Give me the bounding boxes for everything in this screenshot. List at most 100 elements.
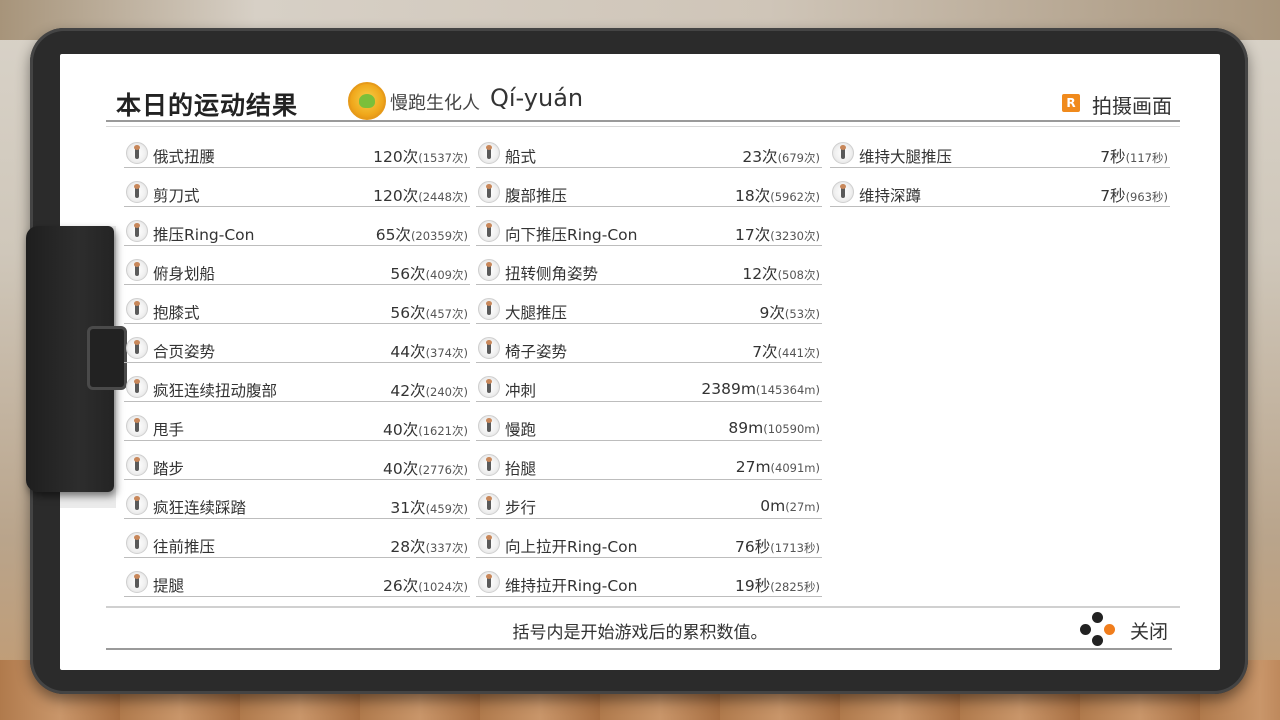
exercise-row: 合页姿势 44次(374次)	[124, 331, 470, 370]
exercise-row: 剪刀式 120次(2448次)	[124, 175, 470, 214]
button-dot-highlighted	[1104, 624, 1115, 635]
exercise-name: 向下推压Ring-Con	[505, 226, 638, 244]
exercise-figure-icon	[832, 181, 854, 203]
exercise-result: 7秒(963秒)	[1100, 184, 1168, 206]
cumulative-value: (679次)	[777, 151, 820, 165]
exercise-figure-icon	[478, 298, 500, 320]
exercise-name: 俄式扭腰	[153, 148, 216, 166]
exercise-row: 往前推压 28次(337次)	[124, 526, 470, 565]
today-value: 17次	[735, 226, 771, 244]
exercise-name: 椅子姿势	[505, 343, 568, 361]
today-value: 27m	[735, 458, 771, 476]
today-value: 12次	[742, 265, 778, 283]
close-button[interactable]: 关闭	[1080, 610, 1180, 646]
today-value: 56次	[390, 265, 426, 283]
exercise-name: 慢跑	[505, 421, 537, 439]
exercise-row: 俄式扭腰 120次(1537次)	[124, 136, 470, 175]
exercise-result: 19秒(2825秒)	[735, 574, 820, 596]
cumulative-value: (2448次)	[418, 190, 468, 204]
today-value: 120次	[373, 148, 419, 166]
exercise-row: 慢跑 89m(10590m)	[476, 409, 822, 448]
today-value: 44次	[390, 343, 426, 361]
today-value: 120次	[373, 187, 419, 205]
exercise-figure-icon	[478, 571, 500, 593]
exercise-figure-icon	[126, 571, 148, 593]
exercise-figure-icon	[126, 337, 148, 359]
close-label: 关闭	[1130, 621, 1169, 643]
cumulative-value: (1621次)	[418, 424, 468, 438]
exercise-name: 维持拉开Ring-Con	[505, 577, 638, 595]
today-value: 40次	[383, 460, 419, 478]
cumulative-value: (4091m)	[770, 461, 820, 475]
results-column-2: 船式 23次(679次) 腹部推压 18次(5962次) 向下推压Ring-Con 17次…	[476, 136, 822, 604]
exercise-figure-icon	[126, 298, 148, 320]
exercise-result: 12次(508次)	[742, 262, 820, 284]
exercise-row: 提腿 26次(1024次)	[124, 565, 470, 604]
today-value: 19秒	[735, 577, 771, 595]
exercise-name: 维持深蹲	[859, 187, 922, 205]
cumulative-value: (20359次)	[410, 229, 468, 243]
exercise-result: 7秒(117秒)	[1100, 145, 1168, 167]
exercise-result: 27m(4091m)	[736, 457, 820, 476]
exercise-row: 腹部推压 18次(5962次)	[476, 175, 822, 214]
exercise-result: 9次(53次)	[760, 301, 820, 323]
cumulative-value: (1713秒)	[770, 541, 820, 555]
player-title: 慢跑生化人	[390, 93, 480, 114]
today-value: 26次	[383, 577, 419, 595]
today-value: 7秒	[1100, 187, 1126, 205]
exercise-row: 大腿推压 9次(53次)	[476, 292, 822, 331]
exercise-row: 疯狂连续扭动腹部 42次(240次)	[124, 370, 470, 409]
exercise-name: 提腿	[153, 577, 185, 595]
exercise-name: 船式	[505, 148, 537, 166]
exercise-row: 扭转侧角姿势 12次(508次)	[476, 253, 822, 292]
results-column-3: 维持大腿推压 7秒(117秒) 维持深蹲 7秒(963秒)	[830, 136, 1170, 214]
exercise-result: 0m(27m)	[760, 496, 820, 515]
exercise-result: 56次(409次)	[390, 262, 468, 284]
exercise-figure-icon	[478, 376, 500, 398]
exercise-figure-icon	[478, 493, 500, 515]
exercise-name: 抱膝式	[153, 304, 200, 322]
exercise-figure-icon	[126, 259, 148, 281]
today-value: 65次	[375, 226, 411, 244]
exercise-figure-icon	[832, 142, 854, 164]
exercise-result: 89m(10590m)	[728, 418, 820, 437]
exercise-result: 76秒(1713秒)	[735, 535, 820, 557]
exercise-row: 冲刺 2389m(145364m)	[476, 370, 822, 409]
cumulative-value: (10590m)	[763, 422, 820, 436]
exercise-figure-icon	[126, 181, 148, 203]
page-title: 本日的运动结果	[116, 91, 299, 120]
today-value: 7次	[752, 343, 778, 361]
exercise-name: 大腿推压	[505, 304, 568, 322]
today-value: 56次	[390, 304, 426, 322]
exercise-figure-icon	[478, 337, 500, 359]
results-header: 本日的运动结果 慢跑生化人 Qí-yuán R 拍摄画面	[116, 80, 1172, 120]
exercise-row: 甩手 40次(1621次)	[124, 409, 470, 448]
cumulative-value: (337次)	[425, 541, 468, 555]
exercise-name: 疯狂连续踩踏	[153, 499, 247, 517]
exercise-result: 7次(441次)	[752, 340, 820, 362]
exercise-result: 40次(2776次)	[383, 457, 468, 479]
player-name: Qí-yuán	[490, 84, 584, 112]
cumulative-value: (145364m)	[755, 383, 820, 397]
exercise-row: 维持大腿推压 7秒(117秒)	[830, 136, 1170, 175]
exercise-figure-icon	[126, 220, 148, 242]
exercise-row: 疯狂连续踩踏 31次(459次)	[124, 487, 470, 526]
exercise-row: 踏步 40次(2776次)	[124, 448, 470, 487]
today-value: 40次	[383, 421, 419, 439]
exercise-name: 冲刺	[505, 382, 537, 400]
cumulative-value: (457次)	[425, 307, 468, 321]
today-value: 42次	[390, 382, 426, 400]
exercise-row: 抬腿 27m(4091m)	[476, 448, 822, 487]
exercise-figure-icon	[478, 181, 500, 203]
capture-screen-button[interactable]: R 拍摄画面	[1032, 90, 1172, 118]
exercise-result: 26次(1024次)	[383, 574, 468, 596]
exercise-result: 56次(457次)	[390, 301, 468, 323]
exercise-figure-icon	[126, 454, 148, 476]
exercise-figure-icon	[126, 376, 148, 398]
exercise-result: 2389m(145364m)	[701, 379, 820, 398]
today-value: 89m	[728, 419, 764, 437]
exercise-row: 抱膝式 56次(457次)	[124, 292, 470, 331]
exercise-figure-icon	[478, 142, 500, 164]
exercise-figure-icon	[478, 532, 500, 554]
cumulative-value: (374次)	[425, 346, 468, 360]
